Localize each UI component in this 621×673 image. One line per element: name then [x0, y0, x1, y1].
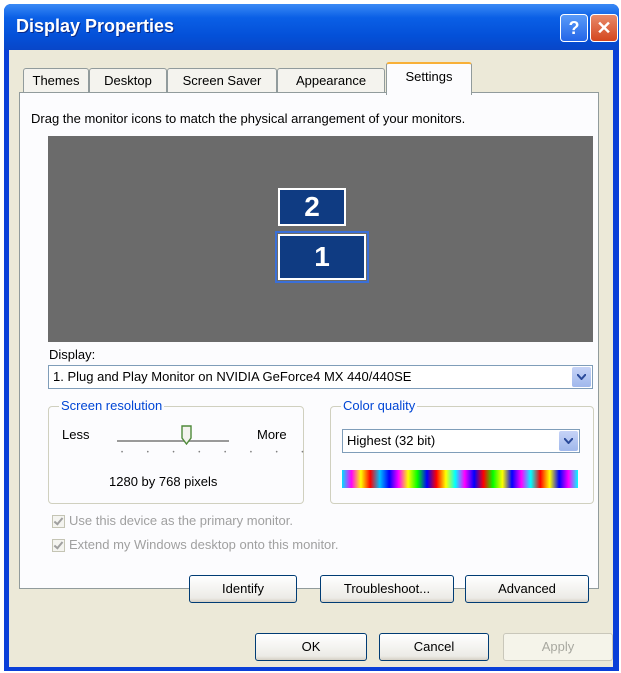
title-bar[interactable]: Display Properties ? ✕: [4, 4, 619, 50]
less-label: Less: [62, 427, 90, 442]
extend-desktop-checkbox[interactable]: Extend my Windows desktop onto this moni…: [52, 537, 339, 553]
more-label: More: [257, 427, 287, 442]
cancel-button[interactable]: Cancel: [379, 633, 489, 661]
identify-button[interactable]: Identify: [189, 575, 297, 603]
troubleshoot-button[interactable]: Troubleshoot...: [320, 575, 454, 603]
display-properties-window: Display Properties ? ✕ Themes Desktop Sc…: [4, 4, 619, 671]
slider-ticks: • • • • • • • •: [121, 450, 315, 456]
color-quality-select[interactable]: Highest (32 bit): [342, 429, 580, 453]
primary-monitor-label: Use this device as the primary monitor.: [69, 513, 293, 528]
resolution-slider-track[interactable]: [117, 440, 229, 443]
tab-themes[interactable]: Themes: [23, 68, 89, 93]
tab-appearance[interactable]: Appearance: [277, 68, 385, 93]
tab-settings[interactable]: Settings: [386, 62, 472, 95]
ok-button[interactable]: OK: [255, 633, 367, 661]
instructions-text: Drag the monitor icons to match the phys…: [31, 111, 466, 126]
tab-screen-saver[interactable]: Screen Saver: [167, 68, 277, 93]
extend-desktop-label: Extend my Windows desktop onto this moni…: [69, 537, 339, 552]
apply-button[interactable]: Apply: [503, 633, 613, 661]
close-button[interactable]: ✕: [590, 14, 618, 42]
help-button[interactable]: ?: [560, 14, 588, 42]
screen-resolution-label: Screen resolution: [59, 398, 165, 413]
chevron-down-icon[interactable]: [559, 431, 578, 451]
display-select-value: 1. Plug and Play Monitor on NVIDIA GeFor…: [53, 369, 412, 384]
monitor-2-icon[interactable]: 2: [278, 188, 346, 226]
color-quality-label: Color quality: [341, 398, 418, 413]
chevron-down-icon[interactable]: [572, 367, 591, 387]
checkbox-icon: [52, 539, 65, 553]
color-quality-group: [330, 406, 594, 504]
resolution-slider-thumb[interactable]: [181, 425, 192, 445]
monitor-arrangement-area[interactable]: 2 1: [48, 136, 593, 342]
color-quality-value: Highest (32 bit): [347, 433, 436, 448]
close-icon: ✕: [596, 18, 612, 38]
display-label: Display:: [49, 347, 96, 362]
tab-desktop[interactable]: Desktop: [89, 68, 167, 93]
dialog-client: Themes Desktop Screen Saver Appearance S…: [9, 50, 613, 667]
color-spectrum-bar: [342, 470, 578, 488]
window-title: Display Properties: [16, 16, 175, 36]
advanced-button[interactable]: Advanced: [465, 575, 589, 603]
primary-monitor-checkbox[interactable]: Use this device as the primary monitor.: [52, 513, 293, 529]
display-select[interactable]: 1. Plug and Play Monitor on NVIDIA GeFor…: [48, 365, 593, 389]
monitor-1-icon[interactable]: 1: [275, 231, 369, 283]
checkbox-icon: [52, 515, 65, 529]
resolution-value: 1280 by 768 pixels: [109, 474, 218, 489]
